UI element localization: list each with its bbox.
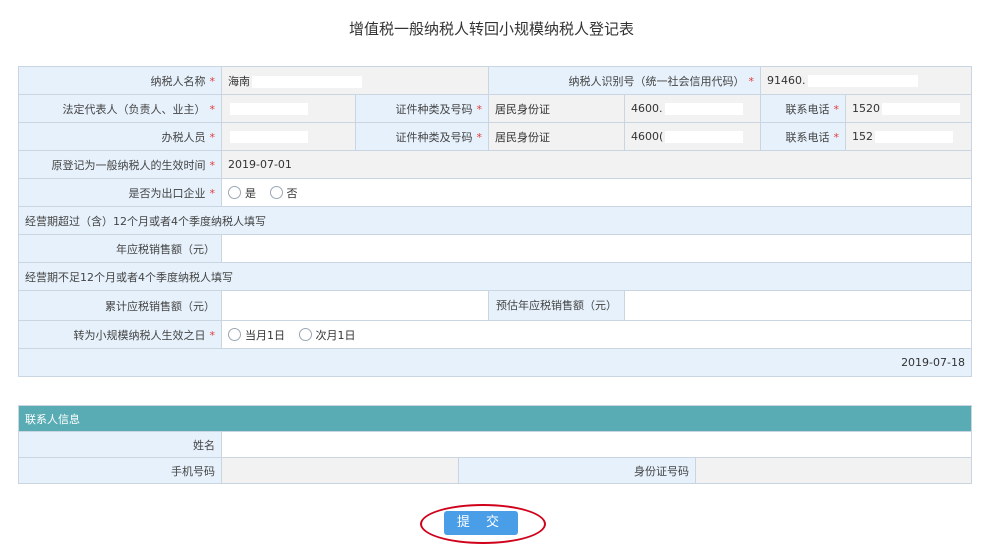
orig-effective-label: 原登记为一般纳税人的生效时间 * [18,150,222,179]
row-export: 是否为出口企业 * 是 否 [18,178,972,207]
cumulative-sales-label: 累计应税销售额（元） [18,290,222,321]
estimated-sales-input[interactable] [624,290,972,321]
contact-phone-label: 手机号码 [18,457,222,484]
contact-id-field[interactable] [695,457,972,484]
row-contact-phone-id: 手机号码 身份证号码 [18,457,972,484]
taxpayer-name-field: 海南 [221,66,489,95]
taxpayer-id-field: 91460. [760,66,972,95]
export-no-radio[interactable] [269,186,283,199]
annual-sales-label: 年应税销售额（元） [18,234,222,263]
contact-phone-field[interactable] [221,457,459,484]
legal-id-number-field: 4600. [624,94,761,123]
officer-id-type-label: 证件种类及号码 * [355,122,489,151]
section-over12-heading: 经营期超过（含）12个月或者4个季度纳税人填写 [18,206,972,235]
masked-text [807,75,918,87]
page-title: 增值税一般纳税人转回小规模纳税人登记表 [348,20,634,38]
legal-phone-field: 1520 [845,94,972,123]
submit-button[interactable]: 提 交 [444,511,518,535]
masked-text [875,131,953,143]
row-fill-date: 2019-07-18 [18,348,972,377]
legal-phone-label: 联系电话 * [760,94,846,123]
masked-text [252,75,362,88]
officer-phone-label: 联系电话 * [760,122,846,151]
contact-name-input[interactable] [221,431,972,458]
export-radio-group: 是 否 [221,178,972,207]
row-tax-officer: 办税人员 * 证件种类及号码 * 居民身份证 4600( 联系电话 * 152 [18,122,972,151]
export-yes-label: 是 [245,186,256,200]
masked-text [665,131,744,143]
masked-text [882,103,960,115]
row-orig-effective: 原登记为一般纳税人的生效时间 * 2019-07-01 [18,150,972,179]
estimated-sales-label: 预估年应税销售额（元） [488,290,625,321]
legal-id-type-label: 证件种类及号码 * [355,94,489,123]
submit-area: 提 交 [420,504,546,544]
contact-info-header: 联系人信息 [18,405,972,432]
effective-date-radio-group: 当月1日 次月1日 [221,320,972,349]
masked-text [664,103,743,115]
cumulative-sales-input[interactable] [221,290,489,321]
orig-effective-field: 2019-07-01 [221,150,972,179]
export-yes-radio[interactable] [228,186,241,199]
legal-rep-field [221,94,356,123]
row-effective-date: 转为小规模纳税人生效之日 * 当月1日 次月1日 [18,320,972,349]
taxpayer-id-label: 纳税人识别号（统一社会信用代码） * [488,66,761,95]
effective-current-month-radio[interactable] [228,328,241,341]
row-cumulative-sales: 累计应税销售额（元） 预估年应税销售额（元） [18,290,972,321]
contact-name-label: 姓名 [18,431,222,458]
registration-form: 纳税人名称 * 海南 纳税人识别号（统一社会信用代码） * 91460. 法定代表人… [18,66,972,377]
row-contact-header: 联系人信息 [18,405,972,432]
effective-next-month-radio[interactable] [298,328,312,341]
effective-current-month-label: 当月1日 [245,328,285,342]
row-taxpayer-name: 纳税人名称 * 海南 纳税人识别号（统一社会信用代码） * 91460. [18,66,972,95]
effective-next-month-label: 次月1日 [315,328,356,342]
export-label: 是否为出口企业 * [18,178,222,207]
section-under12-heading: 经营期不足12个月或者4个季度纳税人填写 [18,262,972,291]
officer-phone-field: 152 [845,122,972,151]
officer-id-number-field: 4600( [624,122,761,151]
export-no-label: 否 [286,186,298,200]
effective-date-label: 转为小规模纳税人生效之日 * [18,320,222,349]
fill-date: 2019-07-18 [18,348,972,377]
officer-id-type-field: 居民身份证 [488,122,625,151]
row-section-over12: 经营期超过（含）12个月或者4个季度纳税人填写 [18,206,972,235]
contact-info-table: 联系人信息 姓名 手机号码 身份证号码 [18,405,972,484]
row-contact-name: 姓名 [18,431,972,458]
legal-id-type-field: 居民身份证 [488,94,625,123]
contact-id-label: 身份证号码 [458,457,696,484]
row-legal-rep: 法定代表人（负责人、业主） * 证件种类及号码 * 居民身份证 4600. 联系电话… [18,94,972,123]
legal-rep-label: 法定代表人（负责人、业主） * [18,94,222,123]
tax-officer-field [221,122,356,151]
row-annual-sales: 年应税销售额（元） [18,234,972,263]
annual-sales-input[interactable] [221,234,972,263]
masked-text [230,103,308,115]
tax-officer-label: 办税人员 * [18,122,222,151]
row-section-under12: 经营期不足12个月或者4个季度纳税人填写 [18,262,972,291]
taxpayer-name-label: 纳税人名称 * [18,66,222,95]
masked-text [230,131,308,143]
